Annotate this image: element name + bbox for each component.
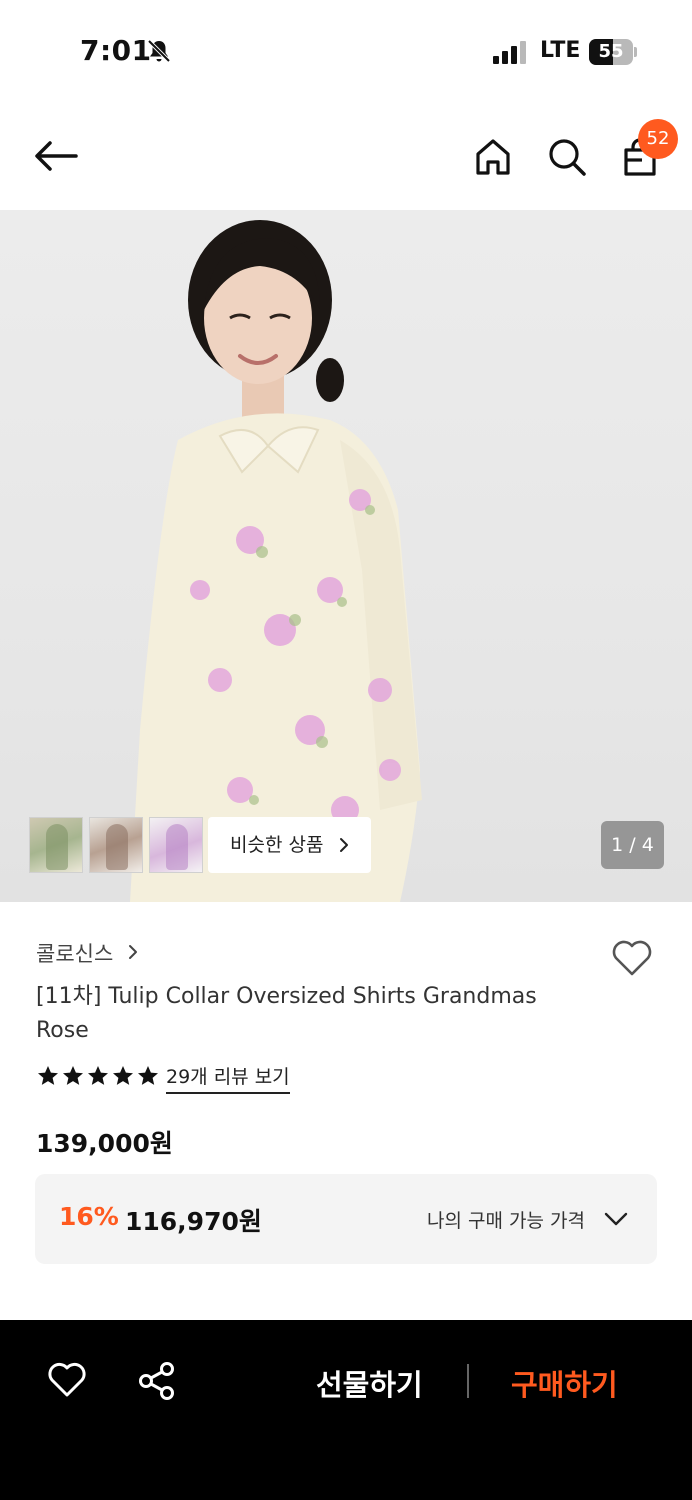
discount-price-box[interactable]: 16% 116,970원 나의 구매 가능 가격 xyxy=(35,1174,657,1264)
star-icon xyxy=(88,1066,108,1085)
brand-link[interactable]: 콜로신스 xyxy=(36,938,113,968)
star-icon xyxy=(138,1066,158,1085)
star-icon xyxy=(113,1066,133,1085)
rating-stars xyxy=(36,1064,160,1088)
wishlist-heart-icon[interactable] xyxy=(610,938,654,978)
heart-icon[interactable] xyxy=(46,1360,88,1400)
bottom-action-bar: 선물하기 구매하기 xyxy=(0,1320,692,1500)
chevron-right-icon xyxy=(340,838,348,852)
network-label: LTE xyxy=(540,38,581,63)
image-page-indicator: 1 / 4 xyxy=(601,821,664,869)
similar-products-button[interactable]: 비슷한 상품 xyxy=(208,817,371,873)
signal-icon xyxy=(493,41,526,64)
discount-rate: 16% xyxy=(59,1202,119,1231)
thumbnail-3[interactable] xyxy=(149,817,203,873)
battery-level: 55 xyxy=(598,41,624,62)
back-arrow-icon[interactable] xyxy=(30,136,82,176)
star-icon xyxy=(63,1066,83,1085)
chevron-right-icon xyxy=(129,945,137,959)
gift-button[interactable]: 선물하기 xyxy=(316,1362,423,1404)
reviews-link[interactable]: 29개 리뷰 보기 xyxy=(166,1062,290,1094)
star-icon xyxy=(38,1066,58,1085)
product-title: [11차] Tulip Collar Oversized Shirts Gran… xyxy=(36,984,537,1043)
top-nav: 52 xyxy=(0,104,692,210)
battery-icon: 55 xyxy=(589,39,637,65)
thumbnail-2[interactable] xyxy=(89,817,143,873)
similar-products-label: 비슷한 상품 xyxy=(230,834,324,856)
cart-count-badge: 52 xyxy=(638,119,678,159)
thumbnail-1[interactable] xyxy=(29,817,83,873)
product-photo xyxy=(130,220,422,902)
discount-price: 116,970원 xyxy=(125,1207,262,1236)
divider xyxy=(467,1364,469,1398)
product-image-carousel[interactable]: 비슷한 상품 1 / 4 xyxy=(0,210,692,902)
bell-slash-icon xyxy=(147,39,171,63)
my-price-label: 나의 구매 가능 가격 xyxy=(427,1210,585,1232)
status-bar: 7:01 LTE 55 xyxy=(0,0,692,104)
original-price: 139,000원 xyxy=(36,1129,173,1158)
buy-button[interactable]: 구매하기 xyxy=(511,1362,618,1404)
home-icon[interactable] xyxy=(470,134,516,180)
status-time: 7:01 xyxy=(80,34,152,67)
search-icon[interactable] xyxy=(544,134,590,180)
share-icon[interactable] xyxy=(136,1360,178,1402)
chevron-down-icon xyxy=(604,1212,628,1226)
